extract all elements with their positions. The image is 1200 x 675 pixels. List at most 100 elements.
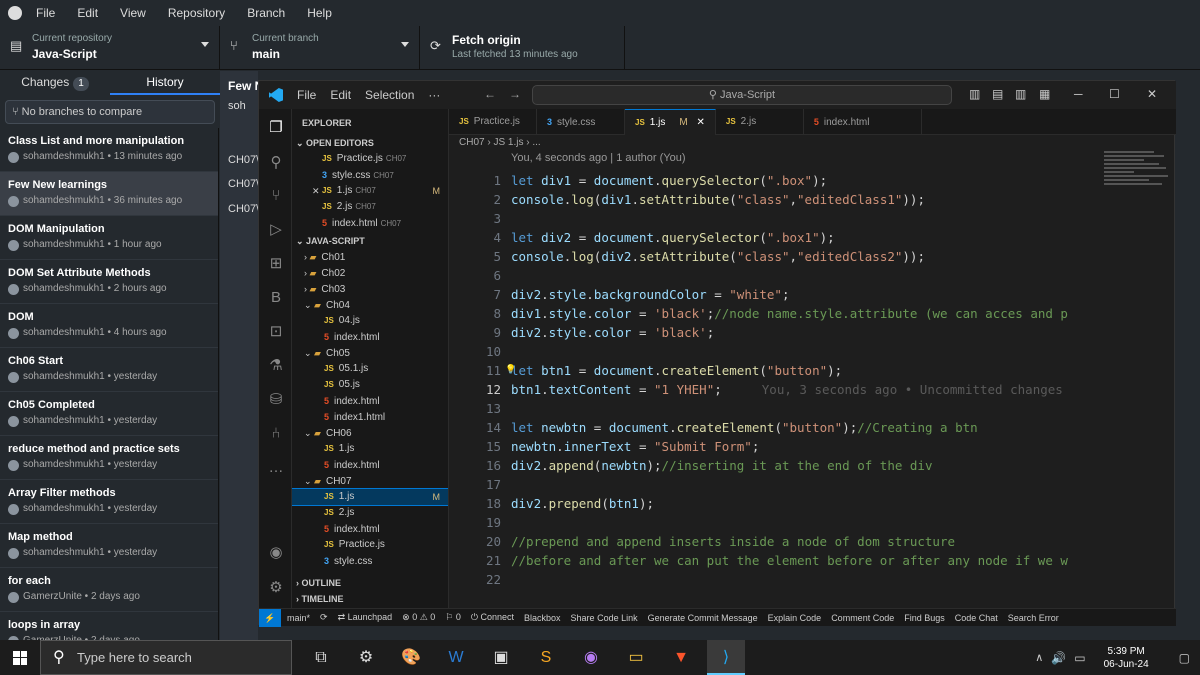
vs-menu-selection[interactable]: Selection xyxy=(365,88,414,102)
commit-list-item[interactable]: Few New learnings sohamdeshmukh1 • 36 min… xyxy=(0,172,218,216)
open-editor-item[interactable]: JS 2.js CH07 xyxy=(292,199,448,215)
gh-menu-view[interactable]: View xyxy=(120,6,146,20)
commit-list-item[interactable]: Ch05 Completed sohamdeshmukh1 • yesterday xyxy=(0,392,218,436)
toggle-sidebar-icon[interactable]: ▥ xyxy=(969,87,980,101)
open-editor-item[interactable]: 5 index.html CH07 xyxy=(292,215,448,231)
file-item[interactable]: 5 index.html xyxy=(292,457,448,473)
breadcrumb[interactable]: CH07 › JS 1.js › ... xyxy=(459,137,541,148)
status-item[interactable]: Code Chat xyxy=(955,613,998,623)
vs-menu-more[interactable]: ··· xyxy=(428,88,440,102)
status-item[interactable]: Find Bugs xyxy=(904,613,945,623)
blackbox-icon[interactable]: B xyxy=(267,289,285,307)
commit-list-item[interactable]: for each GamerzUnite • 2 days ago xyxy=(0,568,218,612)
current-branch-button[interactable]: ⑂ Current branch main xyxy=(220,26,420,70)
editor-tab-style-css[interactable]: 3 style.css xyxy=(537,109,625,135)
file-item[interactable]: 5 index.html xyxy=(292,329,448,345)
timeline-header[interactable]: › TIMELINE xyxy=(296,591,446,607)
task-view-icon[interactable]: ⧉ xyxy=(302,640,340,675)
gh-menu-branch[interactable]: Branch xyxy=(247,6,285,20)
vscode-app-icon[interactable]: ⟩ xyxy=(707,640,745,675)
testing-icon[interactable]: ⚗ xyxy=(267,357,285,375)
folder-item[interactable]: › ▰ Ch01 xyxy=(292,249,448,265)
editor-tab-2-js[interactable]: JS 2.js xyxy=(716,109,804,135)
forward-arrow-icon[interactable]: → xyxy=(509,87,521,101)
settings-gear-icon[interactable]: ⚙ xyxy=(267,579,285,597)
status-item[interactable]: ⚐ 0 xyxy=(445,612,461,623)
settings-gear-icon[interactable]: ⚙ xyxy=(347,640,385,675)
fetch-origin-button[interactable]: ⟳ Fetch origin Last fetched 13 minutes a… xyxy=(420,26,625,70)
remote-indicator[interactable]: ⚡ xyxy=(259,608,281,627)
taskbar-search-input[interactable]: Type here to search xyxy=(40,640,292,675)
status-item[interactable]: ⏻ Connect xyxy=(471,612,514,623)
git-blame-annotation[interactable]: You, 4 seconds ago | 1 author (You) xyxy=(511,152,686,164)
vs-menu-file[interactable]: File xyxy=(297,88,316,102)
photos-app-icon[interactable]: ▣ xyxy=(482,640,520,675)
editor-tab-1-js[interactable]: JS 1.js M ✕ xyxy=(625,109,716,135)
gh-menu-file[interactable]: File xyxy=(36,6,55,20)
database-icon[interactable]: ⛁ xyxy=(267,391,285,409)
layout-icon[interactable]: ▦ xyxy=(1039,87,1050,101)
gh-menu-edit[interactable]: Edit xyxy=(77,6,98,20)
file-item[interactable]: 5 index.html xyxy=(292,393,448,409)
file-item[interactable]: 3 style.css xyxy=(292,553,448,569)
commit-list-item[interactable]: Map method sohamdeshmukh1 • yesterday xyxy=(0,524,218,568)
volume-icon[interactable]: 🔊 xyxy=(1051,651,1066,665)
editor-tab-index-html[interactable]: 5 index.html xyxy=(804,109,922,135)
current-repository-button[interactable]: ▤ Current repository Java-Script xyxy=(0,26,220,70)
account-icon[interactable]: ◉ xyxy=(267,544,285,562)
folder-item[interactable]: ⌄ ▰ Ch05 xyxy=(292,345,448,361)
file-item[interactable]: JS 05.1.js xyxy=(292,361,448,377)
commit-file-row[interactable]: CH07\ xyxy=(228,178,259,190)
commit-list-item[interactable]: reduce method and practice sets sohamdesh… xyxy=(0,436,218,480)
show-hidden-icons-chevron-icon[interactable]: ∧ xyxy=(1035,651,1043,664)
status-item[interactable]: Comment Code xyxy=(831,613,894,623)
toggle-panel-icon[interactable]: ▤ xyxy=(992,87,1003,101)
commit-list-item[interactable]: Array Filter methods sohamdeshmukh1 • yes… xyxy=(0,480,218,524)
github-desktop-app-icon[interactable]: ◉ xyxy=(572,640,610,675)
close-icon[interactable]: ✕ xyxy=(1147,87,1157,101)
branch-compare-input[interactable]: ⑂ No branches to compare xyxy=(5,100,215,124)
editor-tab-Practice-js[interactable]: JS Practice.js xyxy=(449,109,537,135)
remote-explorer-icon[interactable]: ⊡ xyxy=(267,323,285,341)
minimap[interactable] xyxy=(1104,151,1174,211)
more-icon[interactable]: … xyxy=(267,459,285,477)
brave-browser-app-icon[interactable]: ▼ xyxy=(662,640,700,675)
folder-item[interactable]: ⌄ ▰ CH07 xyxy=(292,473,448,489)
start-button[interactable] xyxy=(0,640,40,675)
git-graph-icon[interactable]: ⑃ xyxy=(267,425,285,443)
file-item[interactable]: JS 04.js xyxy=(292,313,448,329)
gh-menu-help[interactable]: Help xyxy=(307,6,332,20)
minimize-icon[interactable]: ─ xyxy=(1074,87,1083,101)
vs-menu-edit[interactable]: Edit xyxy=(330,88,351,102)
run-debug-icon[interactable]: ▷ xyxy=(267,221,285,239)
file-item[interactable]: JS 1.js M xyxy=(292,488,448,506)
search-icon[interactable]: ⚲ xyxy=(267,154,285,172)
file-item[interactable]: 5 index1.html xyxy=(292,409,448,425)
sublime-text-app-icon[interactable]: S xyxy=(527,640,565,675)
open-editor-item[interactable]: ✕ JS 1.js CH07 M xyxy=(292,183,448,199)
commit-list-item[interactable]: Class List and more manipulation sohamdes… xyxy=(0,128,218,172)
clock[interactable]: 5:39 PM 06-Jun-24 xyxy=(1104,645,1149,671)
tab-changes[interactable]: Changes 1 xyxy=(0,71,110,95)
maximize-icon[interactable]: ☐ xyxy=(1109,87,1120,101)
close-icon[interactable]: ✕ xyxy=(312,183,320,199)
status-item[interactable]: Share Code Link xyxy=(571,613,638,623)
open-editor-item[interactable]: JS Practice.js CH07 xyxy=(292,151,448,167)
folder-item[interactable]: › ▰ Ch02 xyxy=(292,265,448,281)
paint-app-icon[interactable]: 🎨 xyxy=(392,640,430,675)
status-item[interactable]: Search Error xyxy=(1008,613,1059,623)
folder-item[interactable]: ⌄ ▰ Ch04 xyxy=(292,297,448,313)
outline-header[interactable]: › OUTLINE xyxy=(296,575,446,591)
close-icon[interactable]: ✕ xyxy=(694,117,704,128)
folder-item[interactable]: ⌄ ▰ CH06 xyxy=(292,425,448,441)
toggle-secondary-sidebar-icon[interactable]: ▥ xyxy=(1015,87,1026,101)
folder-item[interactable]: › ▰ Ch03 xyxy=(292,281,448,297)
status-item[interactable]: ⟳ xyxy=(320,612,328,623)
lightbulb-icon[interactable]: 💡 xyxy=(505,361,516,380)
explorer-icon[interactable]: ❐ xyxy=(267,119,285,137)
commit-list-item[interactable]: DOM sohamdeshmukh1 • 4 hours ago xyxy=(0,304,218,348)
commit-file-row[interactable]: CH07\ xyxy=(228,203,259,215)
status-item[interactable]: ⊗ 0 ⚠ 0 xyxy=(402,612,435,623)
command-center-search[interactable]: ⚲ Java-Script xyxy=(532,85,952,105)
code-editor[interactable]: 1 let div1 = document.querySelector(".box… xyxy=(449,167,1099,597)
